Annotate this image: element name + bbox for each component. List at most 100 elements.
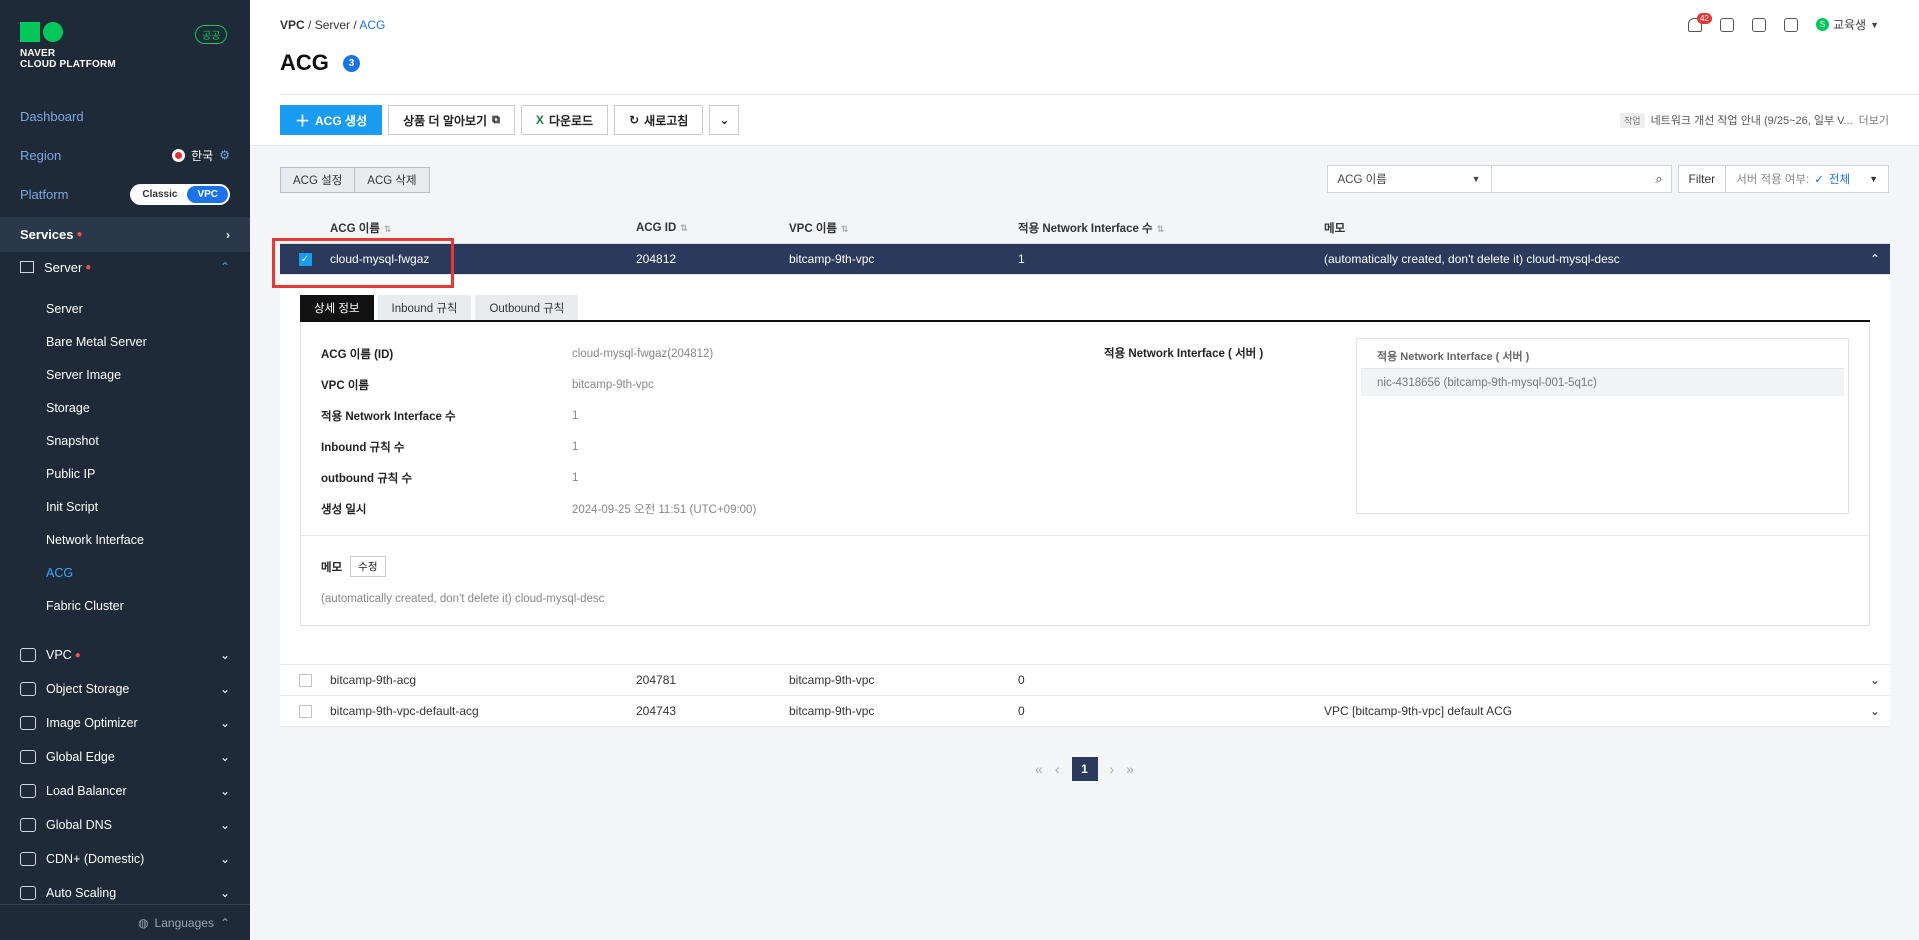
field-acg-name-id: ACG 이름 (ID) cloud-mysql-fwgaz(204812) xyxy=(321,347,714,361)
sidebar-item-init-script[interactable]: Init Script xyxy=(0,490,250,523)
edit-note-icon[interactable] xyxy=(1751,17,1766,32)
cell-acg-name: cloud-mysql-fwgaz xyxy=(330,252,430,266)
gov-badge: 공공 xyxy=(195,25,228,44)
page-number-current[interactable]: 1 xyxy=(1071,757,1098,781)
category-label: Object Storage xyxy=(46,682,130,696)
book-icon[interactable] xyxy=(1783,17,1798,32)
sidebar-item-server-image[interactable]: Server Image xyxy=(0,358,250,391)
sidebar-server-group[interactable]: Server ● ⌃ xyxy=(0,252,250,282)
server-group-label: Server xyxy=(44,259,83,275)
languages-label: Languages xyxy=(154,915,214,930)
header-vpc-name[interactable]: VPC 이름 ⇅ xyxy=(789,220,1018,236)
user-menu[interactable]: S 교육생 ▼ xyxy=(1815,16,1879,33)
languages-button[interactable]: ◍ Languages ⌃ xyxy=(0,904,250,940)
sidebar-category-global-edge[interactable]: Global Edge ⌄ xyxy=(0,740,250,774)
sidebar-item-storage[interactable]: Storage xyxy=(0,391,250,424)
sidebar-category-vpc[interactable]: VPC ● ⌄ xyxy=(0,638,250,672)
chevron-down-icon: ⌄ xyxy=(219,886,230,900)
first-page-icon[interactable]: « xyxy=(1035,761,1043,777)
header-nic-count[interactable]: 적용 Network Interface 수 ⇅ xyxy=(1018,220,1324,236)
notice-text[interactable]: 네트워크 개선 작업 안내 (9/25~26, 일부 V... xyxy=(1651,112,1853,128)
create-acg-label: ACG 생성 xyxy=(315,113,368,128)
chevron-down-icon: ⌄ xyxy=(219,682,230,696)
field-inbound-count: Inbound 규칙 수1 xyxy=(321,440,579,454)
header-icons: 42 S 교육생 ▼ xyxy=(1687,12,1879,33)
last-page-icon[interactable]: » xyxy=(1126,761,1134,777)
more-dropdown-button[interactable]: ⌄ xyxy=(709,105,740,135)
download-button[interactable]: X 다운로드 xyxy=(520,105,609,135)
cell-acg-name: bitcamp-9th-acg xyxy=(330,673,417,687)
search-field-select[interactable]: ACG 이름 ▼ xyxy=(1326,165,1492,193)
chevron-down-icon[interactable]: ⌄ xyxy=(1860,704,1890,718)
naver-cloud-logo[interactable]: NAVER CLOUD PLATFORM xyxy=(20,22,116,70)
acg-delete-button[interactable]: ACG 삭제 xyxy=(354,167,430,193)
chevron-down-icon: ⌄ xyxy=(219,648,230,662)
server-apply-label: 서버 적용 여부: xyxy=(1736,174,1810,186)
tab-inbound-rules[interactable]: Inbound 규칙 xyxy=(377,295,472,320)
row-checkbox[interactable] xyxy=(298,704,312,718)
learn-more-button[interactable]: 상품 더 알아보기 ⧉ xyxy=(388,105,515,135)
refresh-button[interactable]: ↻ 새로고침 xyxy=(614,105,704,135)
sidebar-item-public-ip[interactable]: Public IP xyxy=(0,457,250,490)
sidebar-item-network-interface[interactable]: Network Interface xyxy=(0,523,250,556)
sidebar-category-load-balancer[interactable]: Load Balancer ⌄ xyxy=(0,774,250,808)
sidebar-item-bare-metal-server[interactable]: Bare Metal Server xyxy=(0,325,250,358)
region-selector[interactable]: 한국 ⚙ xyxy=(172,147,230,164)
learn-more-label: 상품 더 알아보기 xyxy=(403,113,488,128)
server-icon xyxy=(20,261,34,273)
sidebar-item-snapshot[interactable]: Snapshot xyxy=(0,424,250,457)
sidebar-item-server[interactable]: Server xyxy=(0,292,250,325)
filter-button[interactable]: Filter xyxy=(1677,165,1727,193)
sidebar-item-fabric-cluster[interactable]: Fabric Cluster xyxy=(0,589,250,622)
table-row[interactable]: bitcamp-9th-acg 204781 bitcamp-9th-vpc 0… xyxy=(280,665,1890,696)
search-icon[interactable]: ⌕ xyxy=(1655,171,1662,187)
memo-edit-button[interactable]: 수정 xyxy=(350,556,386,577)
page-title: ACG xyxy=(280,50,329,75)
acg-settings-button[interactable]: ACG 설정 xyxy=(280,167,356,193)
breadcrumb-vpc[interactable]: VPC xyxy=(280,18,305,32)
nic-list-item[interactable]: nic-4318656 (bitcamp-9th-mysql-001-5q1c) xyxy=(1361,369,1844,396)
bell-icon[interactable]: 42 xyxy=(1687,12,1712,32)
table-row[interactable]: ✓ cloud-mysql-fwgaz 204812 bitcamp-9th-v… xyxy=(280,244,1890,275)
table-row[interactable]: bitcamp-9th-vpc-default-acg 204743 bitca… xyxy=(280,696,1890,727)
tab-outbound-rules[interactable]: Outbound 규칙 xyxy=(475,295,579,320)
new-dot-icon: ● xyxy=(74,649,81,661)
gear-icon[interactable]: ⚙ xyxy=(219,148,230,162)
sidebar-category-global-dns[interactable]: Global DNS ⌄ xyxy=(0,808,250,842)
breadcrumb-acg: ACG xyxy=(359,18,386,32)
sidebar-category-image-optimizer[interactable]: Image Optimizer ⌄ xyxy=(0,706,250,740)
row-checkbox[interactable] xyxy=(298,673,312,687)
tab-detail-info[interactable]: 상세 정보 xyxy=(300,295,374,320)
chat-icon[interactable] xyxy=(1719,17,1734,32)
sidebar-dashboard[interactable]: Dashboard xyxy=(0,99,250,133)
category-list: VPC ● ⌄ Object Storage ⌄ Image Optimizer ⌄ G… xyxy=(0,638,250,910)
category-label: Image Optimizer xyxy=(46,716,138,730)
row-checkbox[interactable]: ✓ xyxy=(298,252,312,266)
sidebar-services[interactable]: Services ● › xyxy=(0,217,250,252)
header-acg-name[interactable]: ACG 이름 ⇅ xyxy=(330,220,636,236)
platform-vpc[interactable]: VPC xyxy=(187,185,228,203)
sidebar-item-acg[interactable]: ACG xyxy=(0,556,250,589)
chevron-down-icon: ⌄ xyxy=(219,852,230,866)
prev-page-icon[interactable]: ‹ xyxy=(1055,761,1060,777)
sidebar-category-cdn-domestic[interactable]: CDN+ (Domestic) ⌄ xyxy=(0,842,250,876)
create-acg-button[interactable]: ＋ ACG 생성 xyxy=(280,105,383,135)
next-page-icon[interactable]: › xyxy=(1110,761,1115,777)
chevron-down-icon[interactable]: ⌄ xyxy=(1860,673,1890,687)
search-input[interactable]: ⌕ xyxy=(1491,165,1672,193)
field-outbound-count: outbound 규칙 수1 xyxy=(321,471,579,485)
services-label: Services xyxy=(20,227,74,242)
platform-classic[interactable]: Classic xyxy=(132,186,187,203)
cell-nic-count: 0 xyxy=(1018,673,1025,687)
chevron-up-icon: ⌃ xyxy=(219,915,230,930)
table-header: ACG 이름 ⇅ ACG ID ⇅ VPC 이름 ⇅ 적용 Network Inter… xyxy=(280,213,1890,244)
server-apply-filter[interactable]: 서버 적용 여부: ✓ 전체 ▼ xyxy=(1726,165,1889,193)
field-vpc-name: VPC 이름 bitcamp-9th-vpc xyxy=(321,378,654,392)
breadcrumb-server[interactable]: Server xyxy=(315,18,350,32)
notice-tag: 작업 xyxy=(1620,112,1645,128)
chevron-up-icon[interactable]: ⌃ xyxy=(1860,252,1890,266)
platform-toggle[interactable]: Classic VPC xyxy=(130,183,230,205)
header-acg-id[interactable]: ACG ID ⇅ xyxy=(636,222,789,234)
notice-more-link[interactable]: 더보기 xyxy=(1859,112,1889,128)
sidebar-category-object-storage[interactable]: Object Storage ⌄ xyxy=(0,672,250,706)
